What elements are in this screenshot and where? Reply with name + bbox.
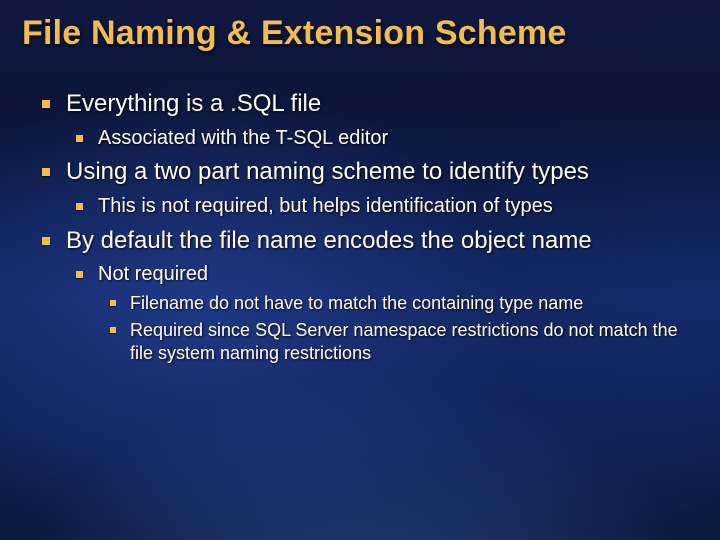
bullet-text: Associated with the T-SQL editor [98, 127, 388, 149]
bullet-list: Everything is a .SQL file Associated wit… [22, 89, 700, 365]
list-item: Everything is a .SQL file Associated wit… [66, 89, 700, 151]
bullet-text: Required since SQL Server namespace rest… [130, 320, 678, 363]
bullet-text: Everything is a .SQL file [66, 90, 321, 117]
list-item: Not required Filename do not have to mat… [98, 262, 700, 365]
bullet-text: Using a two part naming scheme to identi… [66, 158, 589, 185]
bullet-text: By default the file name encodes the obj… [66, 227, 592, 254]
bullet-list: This is not required, but helps identifi… [66, 194, 700, 220]
list-item: By default the file name encodes the obj… [66, 226, 700, 365]
bullet-text: Not required [98, 263, 208, 285]
bullet-list: Not required Filename do not have to mat… [66, 262, 700, 365]
list-item: Associated with the T-SQL editor [98, 126, 700, 152]
list-item: Using a two part naming scheme to identi… [66, 157, 700, 219]
bullet-list: Associated with the T-SQL editor [66, 126, 700, 152]
list-item: This is not required, but helps identifi… [98, 194, 700, 220]
list-item: Filename do not have to match the contai… [130, 292, 700, 315]
bullet-list: Filename do not have to match the contai… [98, 292, 700, 365]
bullet-text: Filename do not have to match the contai… [130, 293, 583, 313]
slide-title: File Naming & Extension Scheme [22, 14, 700, 53]
slide: File Naming & Extension Scheme Everythin… [0, 0, 720, 540]
bullet-text: This is not required, but helps identifi… [98, 195, 553, 217]
list-item: Required since SQL Server namespace rest… [130, 319, 700, 365]
